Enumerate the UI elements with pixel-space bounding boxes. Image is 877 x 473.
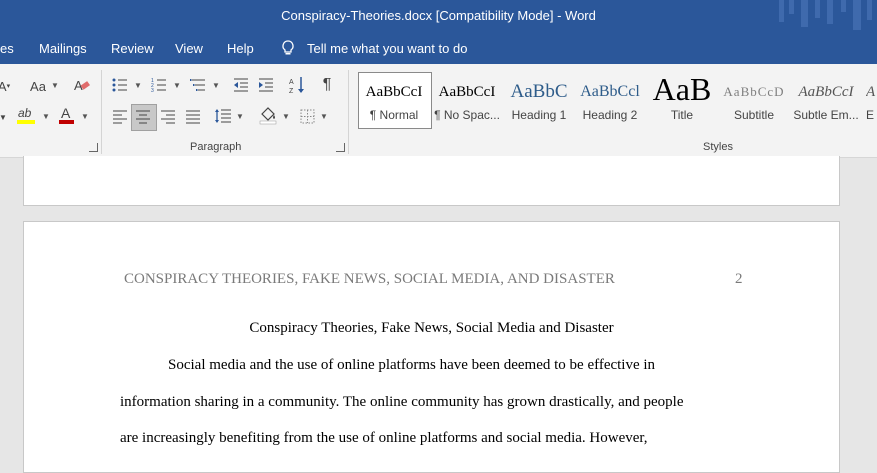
style-heading-1[interactable]: AaBbC Heading 1 — [505, 72, 573, 126]
svg-text:Z: Z — [289, 88, 294, 94]
style-name: Heading 2 — [582, 108, 638, 122]
font-color-chevron-down-icon[interactable]: ▼ — [81, 112, 89, 121]
style-name: ¶ Normal — [369, 108, 419, 122]
style-subtle-emphasis[interactable]: AaBbCcI Subtle Em... — [792, 72, 860, 126]
font-dialog-launcher-icon[interactable] — [89, 143, 98, 152]
style-sample: AaB — [652, 72, 712, 107]
highlight-chevron-down-icon[interactable]: ▼ — [42, 112, 50, 121]
grow-font-icon[interactable]: A ▾ — [0, 77, 10, 95]
style-name: Title — [670, 108, 694, 122]
style-title[interactable]: AaB Title — [648, 72, 716, 126]
tell-me-search[interactable]: Tell me what you want to do — [307, 41, 467, 56]
style-no-spacing[interactable]: AaBbCcI ¶ No Spac... — [433, 72, 501, 126]
ribbon-tabs: es Mailings Review View Help Tell me wha… — [0, 33, 877, 64]
tab-view[interactable]: View — [175, 41, 203, 56]
style-sample: AaBbCcI — [438, 84, 496, 100]
font-size-chevron-icon[interactable]: ▼ — [0, 108, 8, 126]
page-number: 2 — [735, 271, 743, 287]
svg-text:3: 3 — [151, 88, 154, 93]
tab-review[interactable]: Review — [111, 41, 154, 56]
style-sample: AaBbCcD — [723, 84, 785, 99]
change-case-button[interactable]: Aa — [28, 77, 48, 95]
borders-icon[interactable] — [299, 107, 315, 125]
title-bar: Conspiracy-Theories.docx [Compatibility … — [0, 0, 877, 33]
style-sample: A — [866, 84, 876, 100]
style-sample: AaBbCcI — [798, 84, 854, 100]
align-left-icon[interactable] — [111, 108, 129, 126]
styles-group-label: Styles — [703, 141, 733, 153]
lightbulb-icon — [281, 40, 295, 59]
group-divider — [101, 70, 102, 154]
style-name: Heading 1 — [511, 108, 567, 122]
align-center-icon[interactable] — [134, 108, 152, 126]
document-canvas: CONSPIRACY THEORIES, FAKE NEWS, SOCIAL M… — [0, 156, 877, 473]
change-case-chevron-down-icon[interactable]: ▼ — [51, 81, 59, 90]
numbering-chevron-down-icon[interactable]: ▼ — [173, 81, 181, 90]
style-name: Subtitle — [733, 108, 775, 122]
increase-indent-icon[interactable] — [257, 76, 275, 94]
svg-text:A: A — [61, 105, 71, 121]
document-title: Conspiracy Theories, Fake News, Social M… — [249, 320, 614, 336]
justify-icon[interactable] — [184, 108, 202, 126]
clear-formatting-icon[interactable]: A — [72, 76, 92, 94]
font-color-icon[interactable]: A — [58, 105, 76, 124]
style-sample: AaBbC — [510, 81, 568, 102]
svg-text:A: A — [289, 79, 294, 86]
titlebar-decoration — [779, 0, 872, 30]
body-line: Social media and the use of online platf… — [168, 357, 656, 373]
style-name: E — [866, 108, 875, 122]
shading-icon[interactable] — [258, 106, 278, 125]
tab-help[interactable]: Help — [227, 41, 254, 56]
borders-chevron-down-icon[interactable]: ▼ — [320, 112, 328, 121]
style-normal[interactable]: AaBbCcI ¶ Normal — [361, 72, 427, 126]
previous-page — [23, 156, 840, 206]
tab-references[interactable]: es — [0, 41, 14, 56]
style-name: Subtle Em... — [793, 108, 859, 122]
svg-text:ab: ab — [18, 106, 32, 120]
decrease-indent-icon[interactable] — [232, 76, 250, 94]
body-line: information sharing in a community. The … — [120, 394, 684, 410]
text-highlight-icon[interactable]: ab — [16, 106, 38, 124]
paragraph-group-label: Paragraph — [190, 141, 242, 153]
bullets-icon[interactable] — [111, 76, 129, 94]
style-heading-2[interactable]: AaBbCcl Heading 2 — [577, 72, 643, 126]
multilevel-chevron-down-icon[interactable]: ▼ — [212, 81, 220, 90]
style-name: ¶ No Spac... — [434, 108, 500, 122]
sort-icon[interactable]: AZ — [288, 76, 306, 94]
group-divider — [348, 70, 349, 154]
multilevel-list-icon[interactable] — [189, 76, 207, 94]
window-title: Conspiracy-Theories.docx [Compatibility … — [281, 8, 596, 23]
tab-mailings[interactable]: Mailings — [39, 41, 87, 56]
line-spacing-icon[interactable] — [214, 107, 232, 125]
body-line: are increasingly benefiting from the use… — [120, 430, 648, 446]
line-spacing-chevron-down-icon[interactable]: ▼ — [236, 112, 244, 121]
show-formatting-marks-icon[interactable]: ¶ — [318, 76, 336, 94]
style-subtitle[interactable]: AaBbCcD Subtitle — [720, 72, 788, 126]
paragraph-dialog-launcher-icon[interactable] — [336, 143, 345, 152]
bullets-chevron-down-icon[interactable]: ▼ — [134, 81, 142, 90]
style-sample: AaBbCcI — [365, 84, 423, 100]
running-head: CONSPIRACY THEORIES, FAKE NEWS, SOCIAL M… — [124, 271, 615, 287]
style-sample: AaBbCcl — [580, 83, 640, 100]
style-emphasis-partial[interactable]: A E — [866, 72, 877, 126]
shading-chevron-down-icon[interactable]: ▼ — [282, 112, 290, 121]
numbering-icon[interactable]: 123 — [150, 76, 168, 94]
align-right-icon[interactable] — [159, 108, 177, 126]
current-page[interactable]: CONSPIRACY THEORIES, FAKE NEWS, SOCIAL M… — [23, 221, 840, 473]
